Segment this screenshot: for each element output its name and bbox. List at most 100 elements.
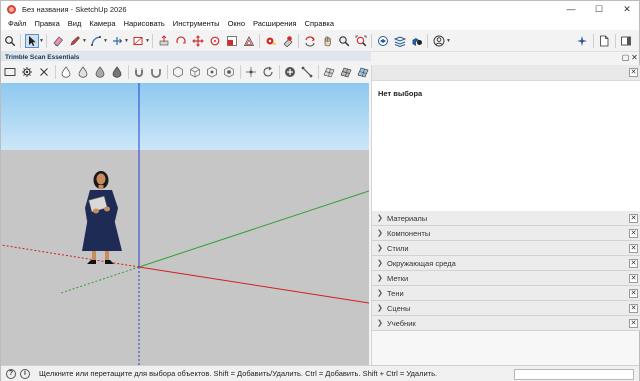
point-icon[interactable] xyxy=(244,65,258,79)
zoom-extents-icon[interactable] xyxy=(354,34,368,48)
tray-tags[interactable]: ❯ Метки ✕ xyxy=(372,271,640,286)
tray-components[interactable]: ❯ Компоненты ✕ xyxy=(372,226,640,241)
menu-draw[interactable]: Нарисовать xyxy=(120,19,169,28)
cube-icon[interactable] xyxy=(188,65,202,79)
search-icon[interactable] xyxy=(3,34,17,48)
tray-label: Компоненты xyxy=(387,228,431,238)
toolbar-separator xyxy=(166,65,168,79)
close-tray-icon[interactable]: ✕ xyxy=(630,54,639,63)
display-panel-icon[interactable] xyxy=(619,34,633,48)
add-icon[interactable] xyxy=(283,65,297,79)
status-bar: ? i Щелкните или перетащите для выбора о… xyxy=(1,365,639,381)
tray-styles[interactable]: ❯ Стили ✕ xyxy=(372,241,640,256)
select-dropdown-icon[interactable]: ▼ xyxy=(39,38,44,44)
menu-camera[interactable]: Камера xyxy=(85,19,119,28)
zoom-icon[interactable] xyxy=(337,34,351,48)
menu-window[interactable]: Окно xyxy=(224,19,249,28)
paint-bucket-icon[interactable] xyxy=(303,34,317,48)
eraser-icon[interactable] xyxy=(51,34,65,48)
select-arrow-icon[interactable] xyxy=(24,33,39,48)
close-icon[interactable]: ✕ xyxy=(629,319,638,328)
arc-icon[interactable] xyxy=(110,34,124,48)
menu-extensions[interactable]: Расширения xyxy=(249,19,301,28)
scale-icon[interactable] xyxy=(225,34,239,48)
layer-icon[interactable] xyxy=(393,34,407,48)
measurements-box[interactable] xyxy=(514,369,634,380)
toolbar-separator xyxy=(614,33,616,48)
close-icon[interactable]: ✕ xyxy=(629,68,638,77)
magnet-icon[interactable] xyxy=(132,65,146,79)
close-icon[interactable]: ✕ xyxy=(629,289,638,298)
close-icon[interactable]: ✕ xyxy=(629,244,638,253)
drop-outline-icon[interactable] xyxy=(59,65,73,79)
pencil-icon[interactable] xyxy=(68,34,82,48)
line-icon[interactable] xyxy=(89,34,103,48)
3d-warehouse-icon[interactable] xyxy=(376,34,390,48)
account-icon[interactable] xyxy=(432,34,446,48)
menu-help[interactable]: Справка xyxy=(301,19,338,28)
close-icon[interactable]: ✕ xyxy=(629,259,638,268)
account-dropdown-icon[interactable]: ▼ xyxy=(446,38,451,44)
settings-icon[interactable] xyxy=(20,65,34,79)
close-icon[interactable]: ✕ xyxy=(629,304,638,313)
rectangle-dropdown-icon[interactable]: ▼ xyxy=(145,38,150,44)
menu-file[interactable]: Файл xyxy=(4,19,30,28)
tray-environment[interactable]: ❯ Окружающая среда ✕ xyxy=(372,256,640,271)
push-pull-icon[interactable] xyxy=(157,34,171,48)
close-icon[interactable]: ✕ xyxy=(615,1,639,17)
document-icon[interactable] xyxy=(597,34,611,48)
help-icon[interactable]: ? xyxy=(6,368,16,379)
toolbar-separator xyxy=(46,33,47,48)
person-figure xyxy=(82,171,122,264)
mesh-color-icon[interactable] xyxy=(356,65,370,79)
line-tool-icon[interactable] xyxy=(300,65,314,79)
offset-icon[interactable] xyxy=(242,34,256,48)
tape-measure-icon[interactable] xyxy=(264,34,278,48)
tray-label: Тени xyxy=(387,288,404,298)
move-icon[interactable] xyxy=(191,34,205,48)
drop-dark-icon[interactable] xyxy=(110,65,124,79)
mesh-alt-icon[interactable] xyxy=(339,65,353,79)
menu-view[interactable]: Вид xyxy=(64,19,86,28)
cube-point-icon[interactable] xyxy=(222,65,236,79)
section-plane-icon[interactable] xyxy=(281,34,295,48)
rotate-icon[interactable] xyxy=(208,34,222,48)
toolbar-separator xyxy=(278,65,280,79)
close-icon[interactable]: ✕ xyxy=(629,274,638,283)
hex-point-icon[interactable] xyxy=(205,65,219,79)
menu-edit[interactable]: Правка xyxy=(30,19,63,28)
close-icon[interactable]: ✕ xyxy=(629,229,638,238)
status-hint: Щелкните или перетащите для выбора объек… xyxy=(39,369,438,378)
shape-dropdown-icon[interactable]: ▼ xyxy=(124,38,129,44)
component-icon[interactable] xyxy=(410,34,424,48)
tray-label: Стили xyxy=(387,243,409,253)
close-icon[interactable] xyxy=(37,65,51,79)
pan-icon[interactable] xyxy=(320,34,334,48)
tray-materials[interactable]: ❯ Материалы ✕ xyxy=(372,211,640,226)
maximize-icon[interactable]: ☐ xyxy=(587,1,611,17)
minimize-icon[interactable]: — xyxy=(559,1,583,17)
scan-frame-icon[interactable] xyxy=(3,65,17,79)
mesh-icon[interactable] xyxy=(322,65,336,79)
ai-sparkle-icon[interactable] xyxy=(575,34,589,48)
pencil-dropdown-icon[interactable]: ▼ xyxy=(82,38,87,44)
rectangle-icon[interactable] xyxy=(131,34,145,48)
entity-info-header[interactable]: ✕ xyxy=(372,65,640,81)
tray-scenes[interactable]: ❯ Сцены ✕ xyxy=(372,301,640,316)
menu-bar: Файл Правка Вид Камера Нарисовать Инстру… xyxy=(1,17,639,30)
orbit-icon[interactable] xyxy=(174,34,188,48)
close-icon[interactable]: ✕ xyxy=(629,214,638,223)
modeling-viewport[interactable] xyxy=(1,83,369,365)
drop-half-icon[interactable] xyxy=(76,65,90,79)
menu-tools[interactable]: Инструменты xyxy=(169,19,224,28)
tray-instructor[interactable]: ❯ Учебник ✕ xyxy=(372,316,640,331)
pin-icon[interactable]: ▢ xyxy=(621,54,630,63)
refresh-icon[interactable] xyxy=(261,65,275,79)
green-axis xyxy=(138,190,369,268)
info-icon[interactable]: i xyxy=(20,368,30,379)
arc-dropdown-icon[interactable]: ▼ xyxy=(103,38,108,44)
tray-shadows[interactable]: ❯ Тени ✕ xyxy=(372,286,640,301)
hex-icon[interactable] xyxy=(171,65,185,79)
drop-filled-icon[interactable] xyxy=(93,65,107,79)
magnet-u-icon[interactable] xyxy=(149,65,163,79)
